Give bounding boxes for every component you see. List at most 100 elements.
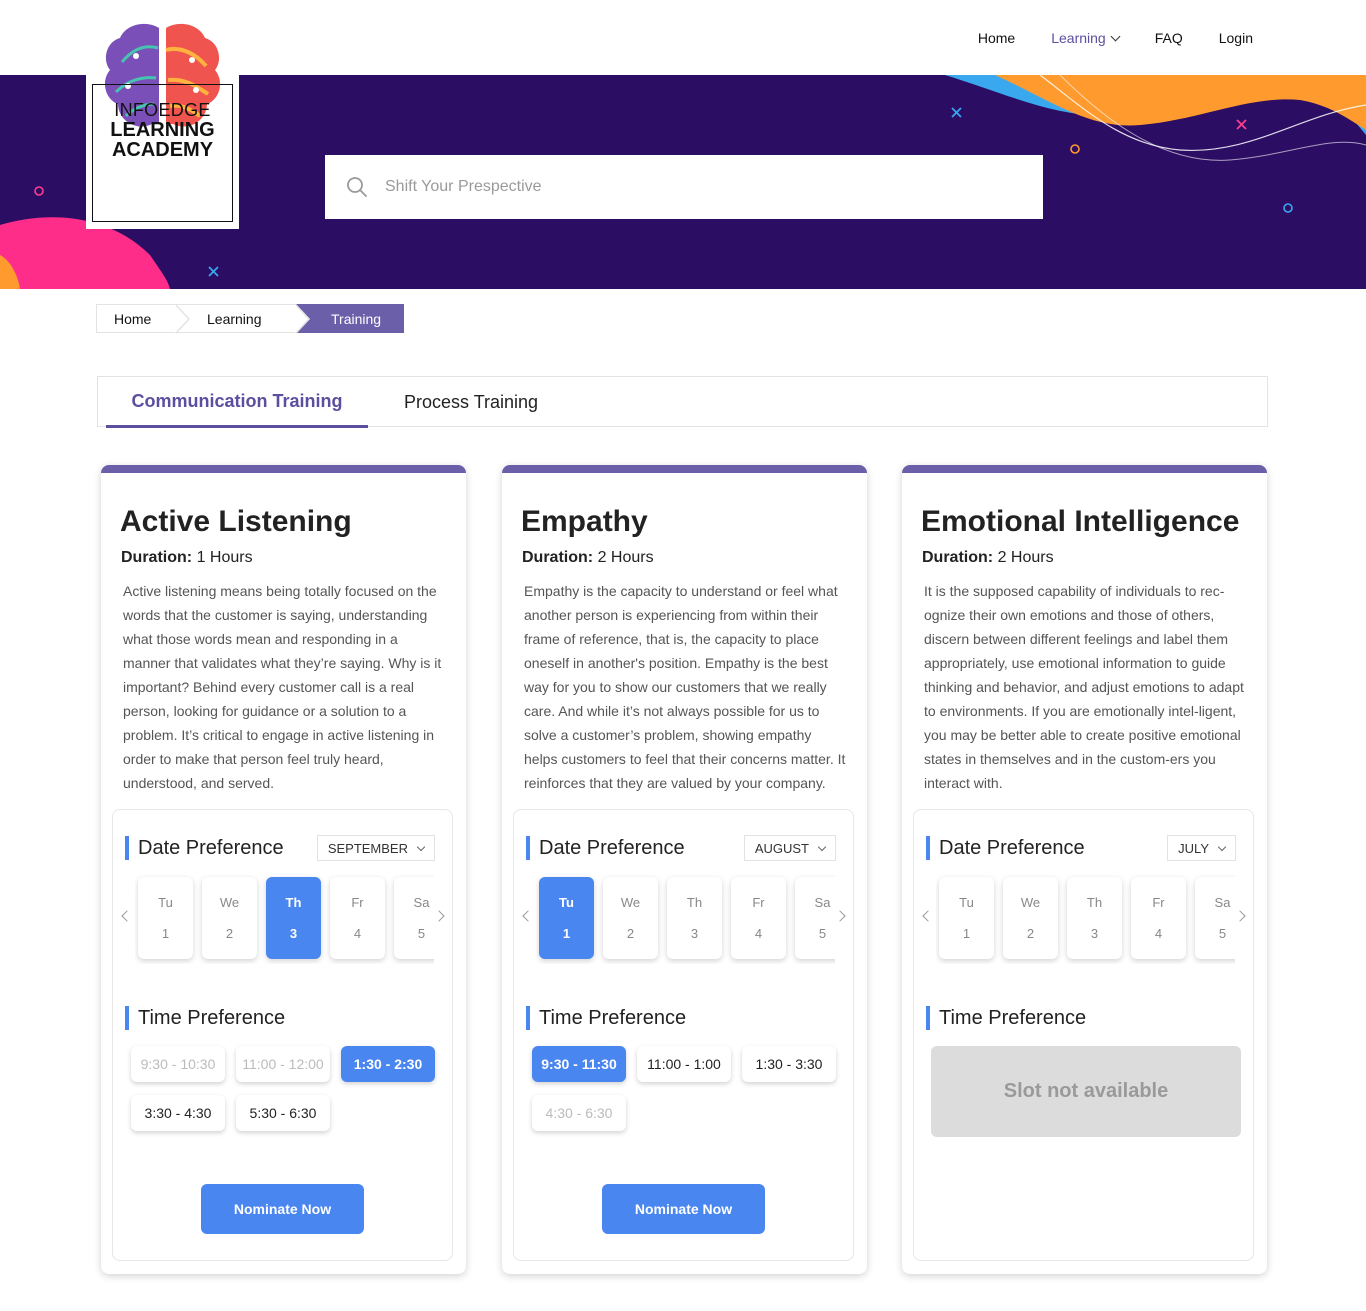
chevron-left-icon[interactable] [922, 910, 934, 922]
month-select[interactable]: JULY [1167, 835, 1236, 861]
chevron-left-icon[interactable] [121, 910, 133, 922]
breadcrumb-separator [295, 304, 310, 334]
chevron-down-icon [1217, 842, 1227, 851]
search-input[interactable] [385, 178, 985, 196]
day-number: 1 [962, 926, 971, 941]
time-slot-disabled: 9:30 - 10:30 [131, 1046, 225, 1082]
tab-communication-training[interactable]: Communication Training [106, 377, 368, 428]
day-carousel: Tu 1 We 2 Th 3 Fr 4 Sa 5 [113, 874, 454, 964]
breadcrumb-home[interactable]: Home [96, 304, 190, 334]
day-option[interactable]: Fr 4 [1131, 877, 1186, 959]
day-list: Tu 1 We 2 Th 3 Fr 4 Sa 5 [135, 874, 434, 964]
training-tabs: Communication Training Process Training [97, 376, 1268, 428]
day-number: 4 [353, 926, 362, 941]
day-number: 5 [818, 926, 827, 941]
day-option[interactable]: Sa 5 [1195, 877, 1235, 959]
search-bar [325, 155, 1043, 219]
day-option[interactable]: Tu 1 [138, 877, 193, 959]
breadcrumb-learning[interactable]: Learning [176, 304, 310, 334]
course-card-active-listening: Active Listening Duration: 1 Hours Activ… [101, 465, 466, 1274]
duration-label: Duration: [922, 549, 994, 566]
time-slot-selected[interactable]: 1:30 - 2:30 [341, 1046, 435, 1082]
course-title: Active Listening [120, 505, 352, 538]
chevron-right-icon[interactable] [1234, 910, 1246, 922]
course-duration: Duration: 1 Hours [121, 549, 253, 567]
day-option[interactable]: We 2 [603, 877, 658, 959]
nominate-now-button[interactable]: Nominate Now [201, 1184, 364, 1234]
day-name: Th [285, 895, 302, 910]
chevron-left-icon[interactable] [522, 910, 534, 922]
day-option[interactable]: We 2 [1003, 877, 1058, 959]
breadcrumb-training-label: Training [331, 310, 382, 327]
day-number: 3 [1090, 926, 1099, 941]
day-name: Fr [1152, 895, 1165, 910]
academy-logo[interactable]: INFOEDGE LEARNING ACADEMY [86, 20, 239, 229]
course-description: It is the supposed capability of individ… [924, 583, 1244, 791]
time-preference-title: Time Preference [926, 1006, 1086, 1030]
chevron-right-icon[interactable] [433, 910, 445, 922]
time-slot-disabled: 11:00 - 12:00 [236, 1046, 330, 1082]
day-name: Tu [158, 895, 173, 910]
chevron-down-icon [1110, 31, 1121, 42]
day-name: Tu [559, 895, 574, 910]
nav-home[interactable]: Home [978, 30, 1015, 46]
nominate-now-button[interactable]: Nominate Now [602, 1184, 765, 1234]
chevron-down-icon [817, 842, 827, 851]
time-slot-disabled: 4:30 - 6:30 [532, 1095, 626, 1131]
day-option[interactable]: Sa 5 [394, 877, 434, 959]
day-option[interactable]: Th 3 [1067, 877, 1122, 959]
day-number: 1 [562, 926, 571, 941]
logo-wordmark: INFOEDGE LEARNING ACADEMY [86, 100, 239, 160]
logo-line-3: ACADEMY [111, 139, 214, 161]
time-slot[interactable]: 11:00 - 1:00 [637, 1046, 731, 1082]
day-option[interactable]: Fr 4 [731, 877, 786, 959]
time-slot[interactable]: 5:30 - 6:30 [236, 1095, 330, 1131]
time-slot[interactable]: 3:30 - 4:30 [131, 1095, 225, 1131]
month-select[interactable]: AUGUST [743, 835, 836, 861]
day-option[interactable]: Tu 1 [939, 877, 994, 959]
nav-learning[interactable]: Learning [1051, 30, 1121, 46]
day-option[interactable]: We 2 [202, 877, 257, 959]
course-duration: Duration: 2 Hours [522, 549, 654, 567]
breadcrumb-learning-label: Learning [207, 310, 262, 327]
day-option-selected[interactable]: Tu 1 [539, 877, 594, 959]
slot-not-available-message: Slot not available [931, 1046, 1241, 1137]
day-list: Tu 1 We 2 Th 3 Fr 4 Sa 5 [536, 874, 835, 964]
day-number: 1 [161, 926, 170, 941]
time-slot[interactable]: 1:30 - 3:30 [742, 1046, 836, 1082]
day-name: Tu [959, 895, 974, 910]
breadcrumb: Home Learning Training [96, 304, 404, 334]
nav-login[interactable]: Login [1219, 30, 1253, 46]
logo-line-1: INFOEDGE [114, 100, 211, 120]
day-number: 3 [289, 926, 298, 941]
breadcrumb-training: Training [296, 304, 404, 334]
day-name: Th [1086, 895, 1103, 910]
day-list: Tu 1 We 2 Th 3 Fr 4 Sa 5 [936, 874, 1235, 964]
day-number: 2 [1026, 926, 1035, 941]
nav-faq[interactable]: FAQ [1155, 30, 1183, 46]
duration-label: Duration: [121, 549, 193, 566]
course-card-emotional-intelligence: Emotional Intelligence Duration: 2 Hours… [902, 465, 1267, 1274]
day-option[interactable]: Th 3 [667, 877, 722, 959]
day-number: 4 [1154, 926, 1163, 941]
day-option[interactable]: Sa 5 [795, 877, 835, 959]
main-nav: Home Learning FAQ Login [978, 30, 1253, 46]
course-card-empathy: Empathy Duration: 2 Hours Empathy is the… [502, 465, 867, 1274]
day-number: 2 [225, 926, 234, 941]
day-number: 4 [754, 926, 763, 941]
day-name: Sa [814, 895, 831, 910]
chevron-down-icon [416, 842, 426, 851]
duration-value: 1 Hours [196, 549, 253, 566]
date-preference-title: Date Preference [125, 836, 284, 860]
search-icon[interactable] [345, 175, 369, 199]
day-option-selected[interactable]: Th 3 [266, 877, 321, 959]
tab-process-training[interactable]: Process Training [404, 377, 538, 428]
course-description: Empathy is the capacity to understand or… [524, 583, 846, 791]
day-option[interactable]: Fr 4 [330, 877, 385, 959]
chevron-right-icon[interactable] [834, 910, 846, 922]
month-select-value: JULY [1178, 840, 1209, 856]
day-name: Th [686, 895, 703, 910]
month-select[interactable]: SEPTEMBER [316, 835, 435, 861]
time-slot-selected[interactable]: 9:30 - 11:30 [532, 1046, 626, 1082]
day-name: We [1020, 895, 1041, 910]
